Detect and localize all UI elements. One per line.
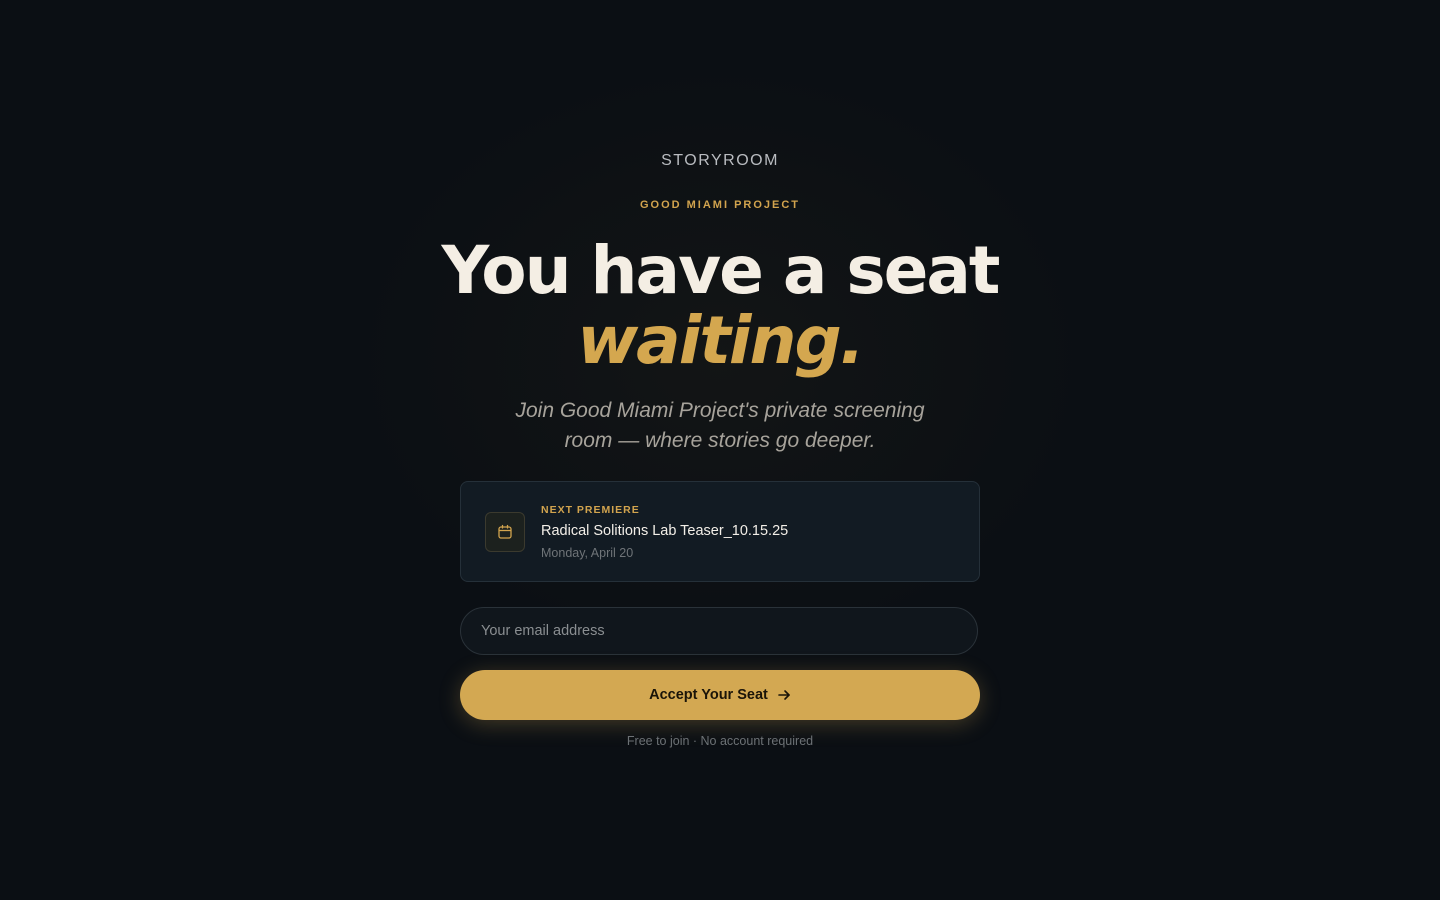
accept-seat-label: Accept Your Seat [649,687,768,703]
subtitle: Join Good Miami Project's private screen… [515,399,925,452]
headline-accent: waiting. [577,302,865,379]
accept-seat-button[interactable]: Accept Your Seat [460,670,980,720]
premiere-label: NEXT PREMIERE [541,504,640,516]
next-premiere-card: NEXT PREMIERE Radical Solitions Lab Teas… [460,481,980,582]
arrow-right-icon [777,688,791,702]
organization-name: GOOD MIAMI PROJECT [639,199,801,211]
email-input[interactable] [460,607,978,655]
headline: You have a seat [441,232,1001,309]
premiere-date: Monday, April 20 [541,546,634,560]
brand-logo: STORYROOM [661,152,779,169]
calendar-icon [485,512,525,552]
footnote: Free to join · No account required [626,734,814,748]
premiere-title: Radical Solitions Lab Teaser_10.15.25 [541,523,789,539]
